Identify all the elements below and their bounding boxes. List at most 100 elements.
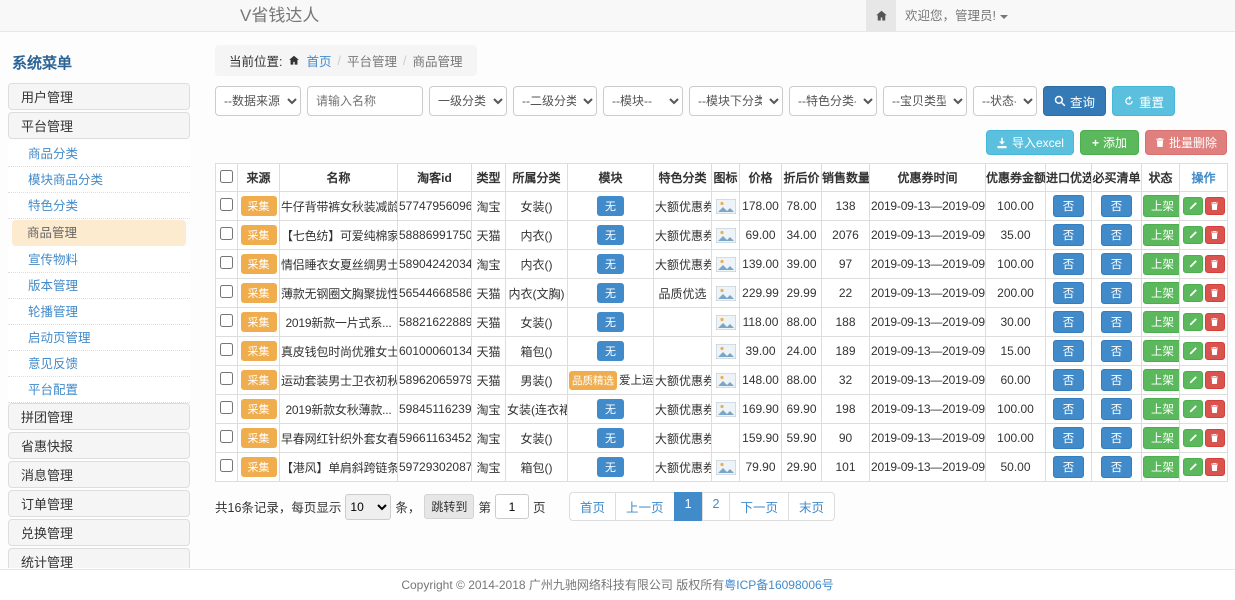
row-checkbox[interactable] xyxy=(220,227,233,240)
filter-item-type-select[interactable]: --宝贝类型-- xyxy=(883,86,967,116)
delete-button[interactable] xyxy=(1205,458,1225,476)
must-buy-toggle[interactable]: 否 xyxy=(1101,456,1133,478)
pager-button[interactable]: 上一页 xyxy=(615,492,675,521)
import-select-toggle[interactable]: 否 xyxy=(1053,224,1085,246)
home-nav-button[interactable] xyxy=(866,0,896,31)
page-number-input[interactable] xyxy=(495,494,529,519)
status-button[interactable]: 上架 xyxy=(1143,456,1180,478)
sidebar-item-group-buy[interactable]: 拼团管理 xyxy=(8,403,190,430)
import-select-toggle[interactable]: 否 xyxy=(1053,427,1085,449)
pager-button[interactable]: 末页 xyxy=(788,492,835,521)
sidebar-item-platform[interactable]: 平台管理 xyxy=(8,112,190,139)
row-checkbox[interactable] xyxy=(220,285,233,298)
must-buy-toggle[interactable]: 否 xyxy=(1101,195,1133,217)
edit-button[interactable] xyxy=(1183,313,1203,331)
must-buy-toggle[interactable]: 否 xyxy=(1101,253,1133,275)
sidebar-item-splash-page[interactable]: 启动页管理 xyxy=(8,325,190,351)
delete-button[interactable] xyxy=(1205,226,1225,244)
import-select-toggle[interactable]: 否 xyxy=(1053,398,1085,420)
edit-button[interactable] xyxy=(1183,400,1203,418)
import-excel-button[interactable]: 导入excel xyxy=(986,130,1074,155)
sidebar-item-express-news[interactable]: 省惠快报 xyxy=(8,432,190,459)
filter-feature-category-select[interactable]: --特色分类-- xyxy=(789,86,877,116)
edit-button[interactable] xyxy=(1183,342,1203,360)
status-button[interactable]: 上架 xyxy=(1143,369,1180,391)
delete-button[interactable] xyxy=(1205,313,1225,331)
add-button[interactable]: + 添加 xyxy=(1080,130,1139,155)
filter-level2-category-select[interactable]: --二级分类-- xyxy=(513,86,597,116)
must-buy-toggle[interactable]: 否 xyxy=(1101,224,1133,246)
delete-button[interactable] xyxy=(1205,371,1225,389)
row-checkbox[interactable] xyxy=(220,401,233,414)
import-select-toggle[interactable]: 否 xyxy=(1053,456,1085,478)
pager-button[interactable]: 下一页 xyxy=(729,492,789,521)
must-buy-toggle[interactable]: 否 xyxy=(1101,340,1133,362)
pager-button[interactable]: 1 xyxy=(674,492,703,521)
must-buy-toggle[interactable]: 否 xyxy=(1101,369,1133,391)
edit-button[interactable] xyxy=(1183,429,1203,447)
filter-level1-category-select[interactable]: 一级分类 xyxy=(429,86,507,116)
user-menu[interactable]: 欢迎您，管理员! xyxy=(905,0,1008,32)
batch-delete-button[interactable]: 批量删除 xyxy=(1145,130,1227,155)
import-select-toggle[interactable]: 否 xyxy=(1053,195,1085,217)
reset-button[interactable]: 重置 xyxy=(1112,86,1175,116)
status-button[interactable]: 上架 xyxy=(1143,253,1180,275)
import-select-toggle[interactable]: 否 xyxy=(1053,369,1085,391)
delete-button[interactable] xyxy=(1205,342,1225,360)
must-buy-toggle[interactable]: 否 xyxy=(1101,311,1133,333)
pager-button[interactable]: 2 xyxy=(702,492,731,521)
sidebar-item-goods-category[interactable]: 商品分类 xyxy=(8,141,190,167)
edit-button[interactable] xyxy=(1183,458,1203,476)
sidebar-item-orders[interactable]: 订单管理 xyxy=(8,490,190,517)
import-select-toggle[interactable]: 否 xyxy=(1053,253,1085,275)
jump-button[interactable]: 跳转到 xyxy=(424,494,474,519)
status-button[interactable]: 上架 xyxy=(1143,427,1180,449)
row-checkbox[interactable] xyxy=(220,343,233,356)
status-button[interactable]: 上架 xyxy=(1143,282,1180,304)
sidebar-item-version[interactable]: 版本管理 xyxy=(8,273,190,299)
row-checkbox[interactable] xyxy=(220,314,233,327)
delete-button[interactable] xyxy=(1205,400,1225,418)
status-button[interactable]: 上架 xyxy=(1143,398,1180,420)
delete-button[interactable] xyxy=(1205,197,1225,215)
sidebar-item-carousel[interactable]: 轮播管理 xyxy=(8,299,190,325)
per-page-select[interactable]: 10 xyxy=(345,494,391,520)
filter-status-select[interactable]: --状态-- xyxy=(973,86,1037,116)
sidebar-item-exchange[interactable]: 兑换管理 xyxy=(8,519,190,546)
import-select-toggle[interactable]: 否 xyxy=(1053,340,1085,362)
filter-module-subcategory-select[interactable]: --模块下分类-- xyxy=(689,86,783,116)
delete-button[interactable] xyxy=(1205,255,1225,273)
edit-button[interactable] xyxy=(1183,371,1203,389)
edit-button[interactable] xyxy=(1183,255,1203,273)
edit-button[interactable] xyxy=(1183,197,1203,215)
sidebar-item-module-goods-category[interactable]: 模块商品分类 xyxy=(8,167,190,193)
must-buy-toggle[interactable]: 否 xyxy=(1101,427,1133,449)
delete-button[interactable] xyxy=(1205,284,1225,302)
breadcrumb-home-link[interactable]: 首页 xyxy=(306,51,331,70)
pager-button[interactable]: 首页 xyxy=(569,492,616,521)
delete-button[interactable] xyxy=(1205,429,1225,447)
sidebar-item-platform-config[interactable]: 平台配置 xyxy=(8,377,190,403)
sidebar-item-users[interactable]: 用户管理 xyxy=(8,83,190,110)
sidebar-item-feature-category[interactable]: 特色分类 xyxy=(8,193,190,219)
import-select-toggle[interactable]: 否 xyxy=(1053,311,1085,333)
filter-module-select[interactable]: --模块-- xyxy=(603,86,683,116)
search-button[interactable]: 查询 xyxy=(1043,86,1106,116)
sidebar-item-goods-management[interactable]: 商品管理 xyxy=(12,220,186,246)
import-select-toggle[interactable]: 否 xyxy=(1053,282,1085,304)
icp-link[interactable]: 粤ICP备16098006号 xyxy=(724,578,833,592)
status-button[interactable]: 上架 xyxy=(1143,195,1180,217)
status-button[interactable]: 上架 xyxy=(1143,340,1180,362)
sidebar-item-feedback[interactable]: 意见反馈 xyxy=(8,351,190,377)
filter-data-source-select[interactable]: --数据来源-- xyxy=(215,86,301,116)
edit-button[interactable] xyxy=(1183,284,1203,302)
row-checkbox[interactable] xyxy=(220,459,233,472)
sidebar-item-statistics[interactable]: 统计管理 xyxy=(8,548,190,568)
row-checkbox[interactable] xyxy=(220,430,233,443)
filter-name-input[interactable] xyxy=(307,86,423,116)
must-buy-toggle[interactable]: 否 xyxy=(1101,282,1133,304)
must-buy-toggle[interactable]: 否 xyxy=(1101,398,1133,420)
select-all-checkbox[interactable] xyxy=(220,170,233,183)
row-checkbox[interactable] xyxy=(220,256,233,269)
row-checkbox[interactable] xyxy=(220,372,233,385)
